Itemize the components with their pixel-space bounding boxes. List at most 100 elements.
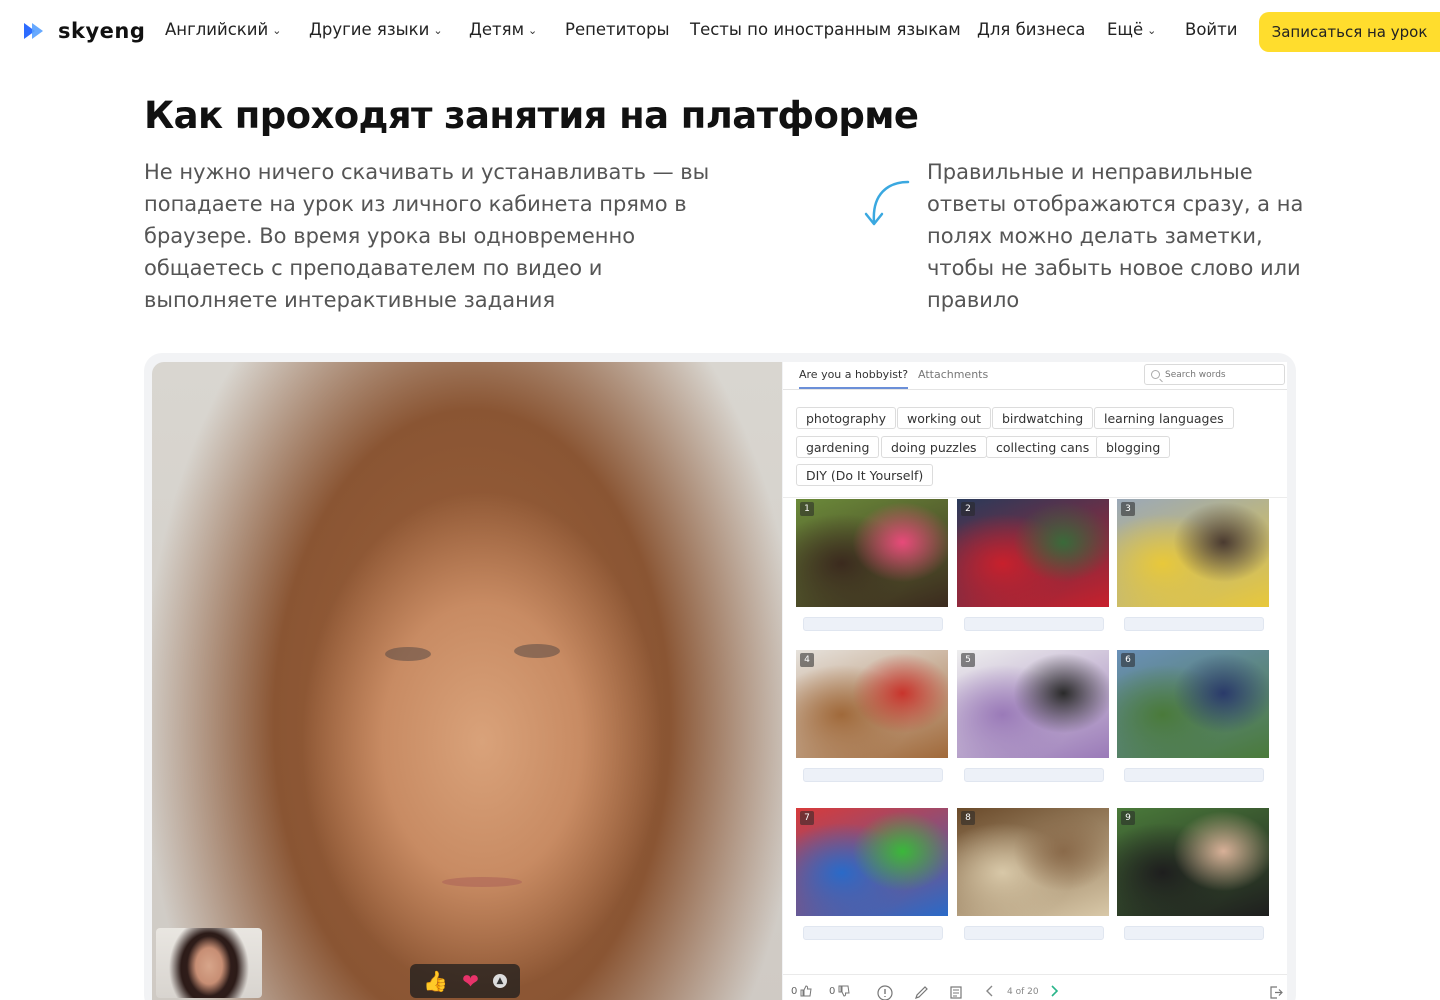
skyeng-logo-icon xyxy=(24,23,43,39)
signup-lesson-button[interactable]: Записаться на урок xyxy=(1259,12,1440,52)
chevron-up-icon[interactable]: ▲ xyxy=(492,974,507,988)
picture-number: 8 xyxy=(961,811,975,825)
diy-photo: 4 xyxy=(796,650,948,758)
student-self-view xyxy=(156,928,262,998)
answer-drop-zone[interactable] xyxy=(803,926,943,940)
nav-item-other-languages[interactable]: Другие языки ⌄ xyxy=(309,20,443,39)
photography-photo: 9 xyxy=(1117,808,1269,916)
blogger-photo: 3 xyxy=(1117,499,1269,607)
dislike-button[interactable]: 0 xyxy=(829,985,850,997)
tab-attachments[interactable]: Attachments xyxy=(918,368,988,387)
workout-photo: 5 xyxy=(957,650,1109,758)
notes-button[interactable] xyxy=(949,985,964,1000)
nav-item-label: Тесты по иностранным языкам xyxy=(690,20,961,39)
side-note: Правильные и неправильные ответы отображ… xyxy=(927,160,1304,312)
puzzles-photo: 8 xyxy=(957,808,1109,916)
thumbs-up-icon xyxy=(800,985,812,997)
notes-icon xyxy=(950,986,962,999)
video-detail xyxy=(385,647,431,661)
top-nav: skyeng Английский ⌄ Другие языки ⌄ Детям… xyxy=(0,0,1440,64)
next-page-button[interactable] xyxy=(1049,985,1059,997)
nav-item-label: Английский xyxy=(165,20,269,39)
picture-number: 6 xyxy=(1121,653,1135,667)
answer-drop-zone[interactable] xyxy=(1124,768,1264,782)
chevron-left-icon xyxy=(986,985,993,997)
headphones-flag-photo: 2 xyxy=(957,499,1109,607)
word-chip[interactable]: photography xyxy=(796,407,897,429)
chevron-down-icon: ⌄ xyxy=(528,24,538,37)
heart-icon[interactable]: ❤ xyxy=(462,971,479,991)
chevron-down-icon: ⌄ xyxy=(272,24,282,37)
page-title: Как проходят занятия на платформе xyxy=(144,94,919,137)
nav-item-label: Для бизнеса xyxy=(977,20,1086,39)
answer-drop-zone[interactable] xyxy=(964,926,1104,940)
divider xyxy=(783,497,1287,498)
pencil-icon xyxy=(915,986,928,999)
nav-item-label: Детям xyxy=(469,20,525,39)
lead-paragraph: Не нужно ничего скачивать и устанавливат… xyxy=(144,160,710,312)
chevron-down-icon: ⌄ xyxy=(433,24,443,37)
like-count: 0 xyxy=(791,985,798,997)
lesson-toolbar: 0 0 4 of 20 xyxy=(783,974,1287,1000)
nav-item-business[interactable]: Для бизнеса xyxy=(977,20,1085,39)
word-chip[interactable]: gardening xyxy=(796,436,880,458)
teacher-video xyxy=(152,362,782,1000)
word-chip[interactable]: learning languages xyxy=(1094,407,1234,429)
picture-number: 4 xyxy=(800,653,814,667)
pagination: 4 of 20 xyxy=(1007,987,1039,997)
nav-item-tutors[interactable]: Репетиторы xyxy=(565,20,670,39)
exit-icon xyxy=(1270,986,1283,999)
chevron-right-icon xyxy=(1051,985,1059,997)
nav-item-label: Ещё xyxy=(1107,20,1144,39)
word-chip[interactable]: collecting cans xyxy=(986,436,1100,458)
prev-page-button[interactable] xyxy=(985,985,995,997)
search-box[interactable] xyxy=(1144,364,1285,385)
lesson-panel: Are you a hobbyist? Attachments photogra… xyxy=(783,362,1287,1000)
search-input[interactable] xyxy=(1165,369,1275,380)
answer-drop-zone[interactable] xyxy=(1124,926,1264,940)
video-detail xyxy=(514,644,560,658)
picture-number: 2 xyxy=(961,502,975,516)
nav-item-label: Другие языки xyxy=(309,20,430,39)
logo[interactable]: skyeng xyxy=(24,19,145,43)
thumbs-up-icon[interactable]: 👍 xyxy=(423,971,448,991)
thumbs-down-icon xyxy=(838,985,850,997)
search-icon xyxy=(1151,370,1160,379)
nav-item-kids[interactable]: Детям ⌄ xyxy=(469,20,537,39)
dislike-count: 0 xyxy=(829,985,836,997)
reactions-bar: 👍 ❤ ▲ xyxy=(410,964,520,998)
picture-number: 9 xyxy=(1121,811,1135,825)
edit-button[interactable] xyxy=(914,985,929,1000)
word-chip[interactable]: birdwatching xyxy=(992,407,1094,429)
like-button[interactable]: 0 xyxy=(791,985,812,997)
nav-item-label: Репетиторы xyxy=(565,20,670,39)
report-button[interactable] xyxy=(877,985,893,1000)
word-chip[interactable]: doing puzzles xyxy=(881,436,987,458)
answer-drop-zone[interactable] xyxy=(803,768,943,782)
divider xyxy=(783,389,1287,390)
alert-icon xyxy=(877,985,893,1000)
tab-are-you-a-hobbyist[interactable]: Are you a hobbyist? xyxy=(799,368,909,389)
chevron-down-icon: ⌄ xyxy=(1147,24,1157,37)
nav-item-tests[interactable]: Тесты по иностранным языкам xyxy=(690,20,961,39)
picture-number: 3 xyxy=(1121,502,1135,516)
cans-photo: 7 xyxy=(796,808,948,916)
birdwatching-photo: 6 xyxy=(1117,650,1269,758)
nav-item-more[interactable]: Ещё ⌄ xyxy=(1107,20,1156,39)
answer-drop-zone[interactable] xyxy=(803,617,943,631)
picture-number: 5 xyxy=(961,653,975,667)
word-chip[interactable]: DIY (Do It Yourself) xyxy=(796,464,934,486)
video-detail xyxy=(442,877,522,887)
word-chip[interactable]: blogging xyxy=(1096,436,1171,458)
exit-button[interactable] xyxy=(1269,985,1284,1000)
picture-number: 1 xyxy=(800,502,814,516)
login-link[interactable]: Войти xyxy=(1185,20,1237,39)
gardening-photo: 1 xyxy=(796,499,948,607)
answer-drop-zone[interactable] xyxy=(964,768,1104,782)
answer-drop-zone[interactable] xyxy=(964,617,1104,631)
picture-number: 7 xyxy=(800,811,814,825)
nav-item-english[interactable]: Английский ⌄ xyxy=(165,20,281,39)
curved-arrow-icon xyxy=(864,180,910,226)
answer-drop-zone[interactable] xyxy=(1124,617,1264,631)
word-chip[interactable]: working out xyxy=(897,407,992,429)
